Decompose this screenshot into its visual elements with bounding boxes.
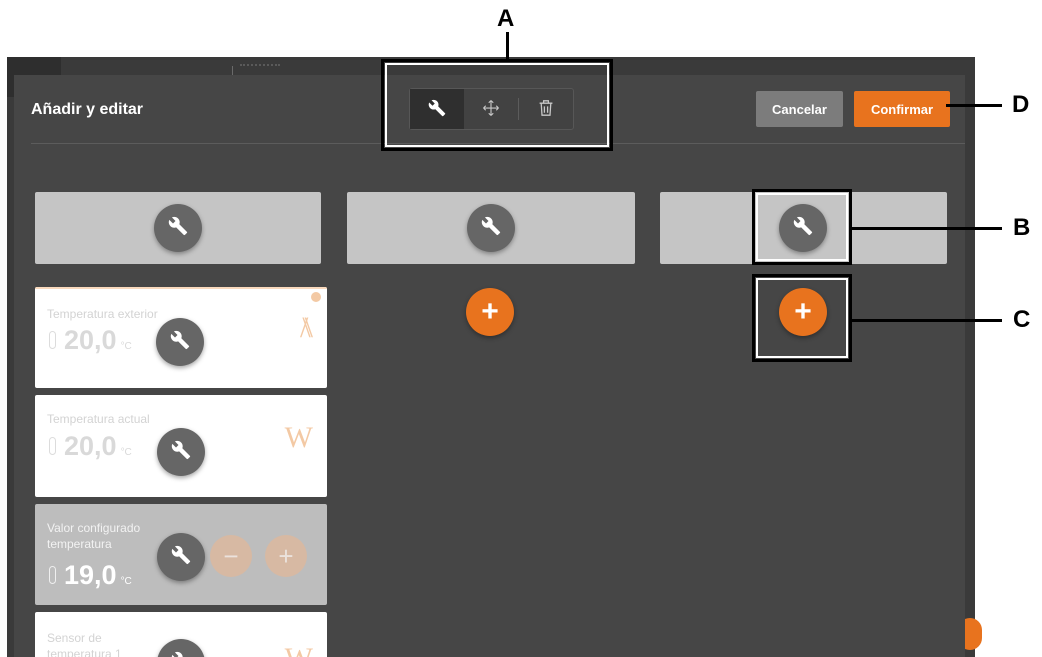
callout-box-a-inner bbox=[385, 63, 609, 147]
tile-accent-line bbox=[35, 287, 327, 289]
confirm-button[interactable]: Confirmar bbox=[854, 91, 950, 127]
tile-label: Sensor de temperatura 1 bbox=[47, 631, 122, 657]
panel-title: Añadir y editar bbox=[31, 101, 144, 118]
edit-tile-2-button[interactable] bbox=[157, 428, 205, 476]
tile-label: Temperatura actual bbox=[47, 412, 150, 426]
add-edit-panel: Añadir y editar Cancelar Confirmar + + T… bbox=[14, 75, 965, 657]
edit-tile-4-button[interactable] bbox=[157, 639, 205, 657]
tile-value-unit: °C bbox=[120, 341, 132, 352]
tile-value-unit: °C bbox=[120, 576, 132, 587]
callout-line-c bbox=[852, 319, 1002, 322]
edit-tile-3-button[interactable] bbox=[157, 533, 205, 581]
wrench-icon bbox=[170, 330, 190, 355]
edit-tile-1-button[interactable] bbox=[156, 318, 204, 366]
callout-label-d: D bbox=[1012, 91, 1030, 118]
thermometer-icon bbox=[49, 437, 56, 455]
edit-column-2-button[interactable] bbox=[467, 204, 515, 252]
screenshot-root: Añadir y editar Cancelar Confirmar + + T… bbox=[0, 0, 1042, 657]
tile-value-number: 19,0 bbox=[64, 560, 117, 590]
wrench-icon bbox=[481, 216, 501, 241]
tile-sensor-de-temperatura-1: Sensor de temperatura 1 W bbox=[35, 612, 327, 657]
callout-line-b bbox=[852, 227, 1002, 230]
decrement-button[interactable]: − bbox=[210, 535, 252, 577]
cancel-button[interactable]: Cancelar bbox=[756, 91, 843, 127]
info-icon[interactable] bbox=[311, 292, 321, 302]
edit-column-1-button[interactable] bbox=[154, 204, 202, 252]
callout-box-b-inner bbox=[756, 193, 848, 261]
wrench-icon bbox=[171, 545, 191, 570]
sparkline-icon: /\\ bbox=[299, 311, 313, 344]
thermometer-icon bbox=[49, 331, 56, 349]
callout-line-d bbox=[946, 104, 1002, 107]
sparkline-icon: W bbox=[284, 421, 313, 454]
wrench-icon bbox=[171, 440, 191, 465]
tile-temperatura-exterior: Temperatura exterior 20,0 °C /\\ bbox=[35, 287, 327, 388]
tile-value-unit: °C bbox=[120, 447, 132, 458]
tile-value: 20,0 °C bbox=[49, 325, 132, 356]
tile-value: 20,0 °C bbox=[49, 431, 132, 462]
increment-button[interactable]: + bbox=[265, 535, 307, 577]
tile-label: Valor configurado temperatura bbox=[47, 521, 141, 551]
tile-value: 19,0 °C bbox=[49, 560, 132, 591]
wrench-icon bbox=[171, 651, 191, 657]
wrench-icon bbox=[168, 216, 188, 241]
callout-box-c-inner bbox=[756, 278, 848, 358]
callout-line-a bbox=[506, 32, 509, 62]
tile-label: Temperatura exterior bbox=[47, 307, 158, 321]
tile-temperatura-actual: Temperatura actual 20,0 °C W bbox=[35, 395, 327, 497]
thermometer-icon bbox=[49, 566, 56, 584]
add-tile-column-2-button[interactable]: + bbox=[466, 288, 514, 336]
tile-value-number: 20,0 bbox=[64, 431, 117, 461]
column-slot-2 bbox=[347, 192, 635, 264]
tile-value-number: 20,0 bbox=[64, 325, 117, 355]
background-text bbox=[240, 64, 280, 70]
callout-label-c: C bbox=[1013, 306, 1031, 333]
tile-valor-configurado-temperatura: Valor configurado temperatura 19,0 °C − … bbox=[35, 504, 327, 605]
callout-label-b: B bbox=[1013, 214, 1031, 241]
column-slot-1 bbox=[35, 192, 321, 264]
sparkline-icon: W bbox=[285, 642, 313, 657]
callout-label-a: A bbox=[497, 5, 515, 32]
